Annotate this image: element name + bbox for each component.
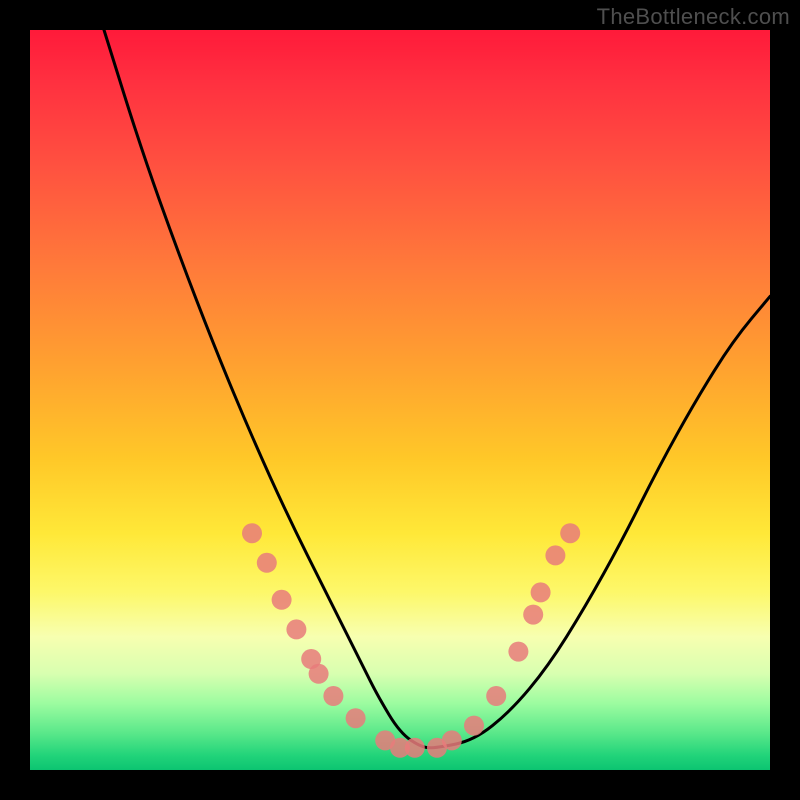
marker-dot (486, 686, 506, 706)
marker-dot (442, 730, 462, 750)
marker-dot (242, 523, 262, 543)
marker-dot (508, 642, 528, 662)
curve-path (104, 30, 770, 748)
marker-dot (405, 738, 425, 758)
marker-dot (309, 664, 329, 684)
marker-dot (272, 590, 292, 610)
chart-frame: TheBottleneck.com (0, 0, 800, 800)
chart-svg (30, 30, 770, 770)
marker-dot (464, 716, 484, 736)
marker-points (242, 523, 580, 758)
plot-area (30, 30, 770, 770)
marker-dot (257, 553, 277, 573)
marker-dot (323, 686, 343, 706)
watermark-text: TheBottleneck.com (597, 4, 790, 30)
marker-dot (545, 545, 565, 565)
marker-dot (286, 619, 306, 639)
marker-dot (346, 708, 366, 728)
marker-dot (560, 523, 580, 543)
marker-dot (531, 582, 551, 602)
marker-dot (523, 605, 543, 625)
curve-line (104, 30, 770, 748)
